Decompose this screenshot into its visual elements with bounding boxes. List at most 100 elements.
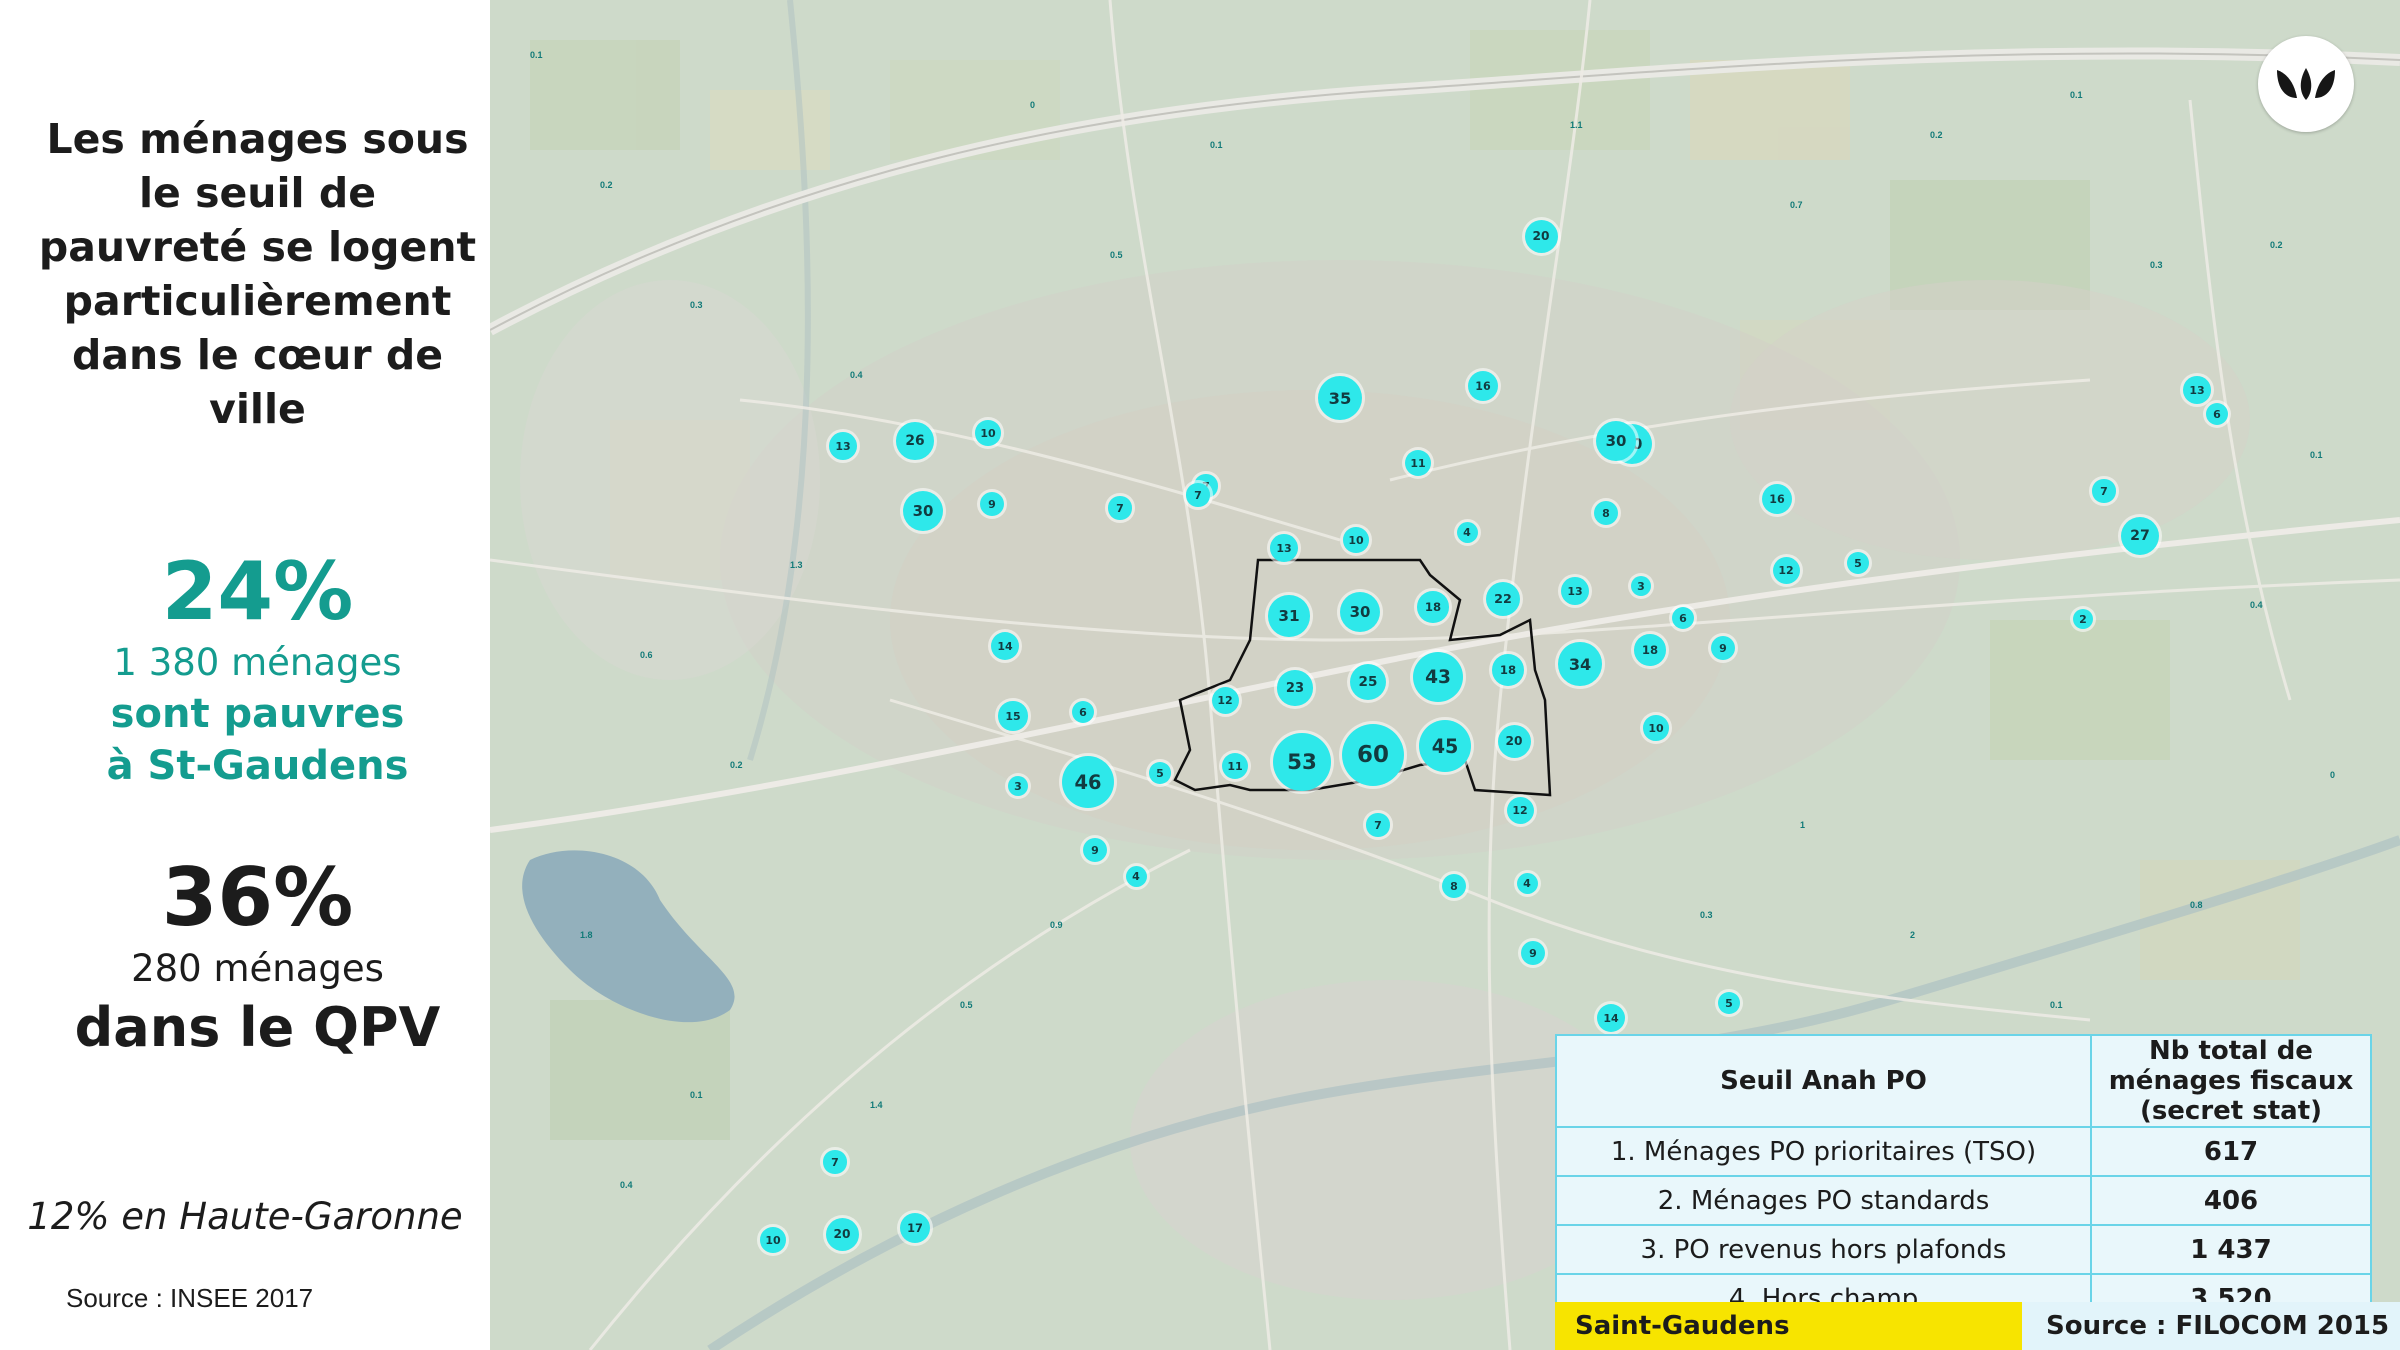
household-count-bubble: 9 [1082, 837, 1108, 863]
household-count-bubble: 31 [1268, 595, 1310, 637]
household-count-bubble: 10 [760, 1227, 786, 1253]
household-count-bubble: 3 [1007, 775, 1029, 797]
small-value-label: 0.1 [2050, 1000, 2063, 1010]
table-footer: Saint-Gaudens Source : FILOCOM 2015 [1555, 1302, 2400, 1350]
left-panel: Les ménages sous le seuil de pauvreté se… [0, 0, 490, 1350]
household-count-bubble: 13 [829, 432, 857, 460]
small-value-label: 0.5 [1110, 250, 1123, 260]
small-value-label: 1.8 [580, 930, 593, 940]
stat-city-percent: 24% [161, 545, 354, 638]
small-value-label: 0.7 [1790, 200, 1803, 210]
household-count-bubble: 20 [1497, 724, 1531, 758]
household-count-bubble: 30 [902, 490, 944, 532]
small-value-label: 0 [2330, 770, 2336, 780]
source-insee: Source : INSEE 2017 [66, 1283, 314, 1313]
small-value-label: 1.4 [870, 1100, 883, 1110]
small-value-label: 0.8 [2190, 900, 2203, 910]
household-count-bubble: 16 [1468, 371, 1498, 401]
table-header-households: Nb total de ménages fiscaux (secret stat… [2090, 1034, 2372, 1128]
household-count-bubble: 7 [823, 1150, 847, 1174]
small-value-label: 0.1 [1210, 140, 1223, 150]
small-value-label: 0 [1030, 100, 1036, 110]
household-count-bubble: 7 [1366, 813, 1390, 837]
household-count-bubble: 2 [2073, 609, 2093, 629]
small-value-label: 2 [1910, 930, 1916, 940]
department-comparison-note: 12% en Haute-Garonne [27, 1195, 463, 1238]
household-count-bubble: 15 [998, 701, 1028, 731]
table-cell-label: 3. PO revenus hors plafonds [1555, 1224, 2092, 1275]
household-count-bubble: 23 [1277, 670, 1313, 706]
household-count-bubble: 60 [1342, 724, 1404, 786]
household-count-bubble: 9 [979, 491, 1005, 517]
household-count-bubble: 34 [1558, 642, 1602, 686]
household-count-bubble: 4 [1516, 872, 1538, 894]
small-value-label: 0.2 [2270, 240, 2283, 250]
household-count-bubble: 13 [1561, 577, 1589, 605]
household-count-bubble: 7 [1108, 496, 1132, 520]
household-count-bubble: 12 [1506, 796, 1534, 824]
stat-qpv-poverty: 36% 280 ménages dans le QPV [0, 852, 515, 1062]
household-count-bubble: 27 [2120, 516, 2160, 556]
household-count-bubble: 6 [1671, 606, 1695, 630]
small-value-label: 0.5 [960, 1000, 973, 1010]
household-count-bubble: 12 [1772, 556, 1800, 584]
stat-city-line3: à St-Gaudens [106, 743, 409, 789]
household-count-bubble: 16 [1762, 484, 1792, 514]
stat-city-poverty: 24% 1 380 ménages sont pauvres à St-Gaud… [0, 546, 515, 792]
small-value-label: 1.1 [1570, 120, 1583, 130]
table-cell-value: 1 437 [2090, 1224, 2372, 1275]
household-count-bubble: 18 [1417, 591, 1449, 623]
small-value-label: 0.1 [2310, 450, 2323, 460]
household-count-bubble: 5 [1847, 552, 1869, 574]
household-count-bubble: 8 [1594, 501, 1618, 525]
household-count-bubble: 6 [2205, 402, 2229, 426]
household-count-bubble: 4 [1125, 865, 1147, 887]
household-count-bubble: 30 [1339, 591, 1381, 633]
small-value-label: 0.2 [1930, 130, 1943, 140]
small-value-label: 0.2 [600, 180, 613, 190]
table-cell-label: 1. Ménages PO prioritaires (TSO) [1555, 1126, 2092, 1177]
small-value-label: 0.3 [690, 300, 703, 310]
household-count-bubble: 18 [1634, 634, 1666, 666]
household-count-bubble: 45 [1419, 720, 1471, 772]
household-count-bubble: 20 [1524, 219, 1558, 253]
table-cell-value: 406 [2090, 1175, 2372, 1226]
source-filocom: Source : FILOCOM 2015 [2022, 1302, 2400, 1350]
household-count-bubble: 4 [1456, 521, 1478, 543]
household-count-bubble: 17 [899, 1212, 931, 1244]
household-count-bubble: 5 [1718, 992, 1740, 1014]
small-value-label: 0.1 [530, 50, 543, 60]
household-count-bubble: 12 [1211, 686, 1239, 714]
stat-qpv-line2: dans le QPV [74, 996, 441, 1059]
household-count-bubble: 13 [2183, 376, 2211, 404]
table-row: 3. PO revenus hors plafonds 1 437 [1555, 1224, 2372, 1275]
brand-leaf-logo-icon [2258, 36, 2354, 132]
small-value-label: 0.4 [850, 370, 863, 380]
household-count-bubble: 10 [975, 420, 1001, 446]
household-count-bubble: 13 [1270, 534, 1298, 562]
table-cell-label: 2. Ménages PO standards [1555, 1175, 2092, 1226]
small-value-label: 0.4 [2250, 600, 2263, 610]
household-count-bubble: 6 [1071, 700, 1095, 724]
household-count-bubble: 35 [1317, 375, 1363, 421]
small-value-label: 0.2 [730, 760, 743, 770]
household-count-bubble: 14 [1596, 1003, 1626, 1033]
small-value-label: 0.6 [640, 650, 653, 660]
small-value-label: 1 [1800, 820, 1806, 830]
small-value-label: 0.1 [2070, 90, 2083, 100]
table-row: 2. Ménages PO standards 406 [1555, 1175, 2372, 1226]
household-count-bubble: 5 [1149, 762, 1171, 784]
household-count-bubble: 9 [1520, 940, 1546, 966]
anah-threshold-table: Seuil Anah PO Nb total de ménages fiscau… [1555, 1034, 2372, 1324]
household-count-bubble: 7 [1186, 483, 1210, 507]
small-value-label: 0.1 [690, 1090, 703, 1100]
household-count-bubble: 7 [2092, 479, 2116, 503]
small-value-label: 0.9 [1050, 920, 1063, 930]
household-count-bubble: 11 [1221, 752, 1249, 780]
stat-city-line2: sont pauvres [110, 691, 405, 737]
household-count-bubble: 3 [1630, 575, 1652, 597]
small-value-label: 0.3 [2150, 260, 2163, 270]
household-count-bubble: 14 [990, 631, 1020, 661]
household-count-bubble: 26 [896, 422, 934, 460]
household-count-bubble: 10 [1343, 527, 1369, 553]
